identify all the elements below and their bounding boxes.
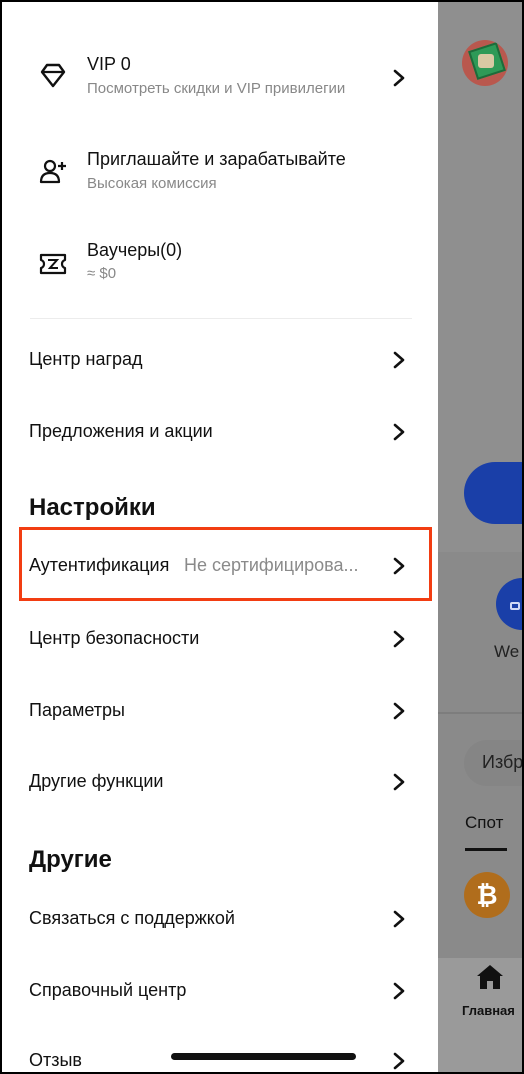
invite-title: Приглашайте и зарабатывайте [87,149,346,169]
add-user-icon [39,159,66,184]
menu-item-rewards[interactable]: Центр наград [2,338,438,382]
vip-title: VIP 0 [87,54,131,74]
menu-item-offers[interactable]: Предложения и акции [2,410,438,454]
side-drawer: VIP 0 Посмотреть скидки и VIP привилегии… [2,2,438,1072]
vip-row[interactable]: VIP 0 Посмотреть скидки и VIP привилегии [2,52,438,118]
background-shortcut-label: We [494,642,520,661]
shortcut-mark-icon [510,602,520,610]
tab-spot[interactable]: Спот [465,813,503,833]
chevron-right-icon [393,910,405,928]
background-favorites-label: Избр [482,752,522,772]
highlight-box [19,527,432,601]
menu-item-label: Параметры [29,700,125,720]
vip-subtitle: Посмотреть скидки и VIP привилегии [87,80,346,97]
section-title-settings: Настройки [29,494,156,521]
voucher-icon [39,253,67,275]
vouchers-row[interactable]: Ваучеры(0) ≈ $0 [2,237,438,289]
avatar-face [478,54,494,68]
home-icon[interactable] [476,964,504,990]
vouchers-title: Ваучеры(0) [87,240,183,260]
background-primary-button[interactable] [464,462,522,524]
background-app-overlay[interactable]: We Избр Спот ₿ Главная [438,2,522,1072]
chevron-right-icon [393,630,405,648]
tab-home-label[interactable]: Главная [462,1003,515,1018]
home-indicator[interactable] [171,1053,356,1060]
chevron-right-icon [393,773,405,791]
menu-item-other-features[interactable]: Другие функции [2,760,438,804]
chevron-right-icon [393,982,405,1000]
background-divider [438,712,522,714]
menu-item-label: Центр наград [29,349,143,369]
menu-item-support[interactable]: Связаться с поддержкой [2,897,438,941]
bitcoin-icon[interactable]: ₿ [464,872,510,918]
diamond-icon [40,63,66,88]
divider [30,318,412,319]
chevron-right-icon [393,351,405,369]
chevron-right-icon [393,702,405,720]
menu-item-label: Другие функции [29,771,164,791]
menu-item-label: Центр безопасности [29,628,200,648]
invite-row[interactable]: Приглашайте и зарабатывайте Высокая коми… [2,145,438,197]
menu-item-label: Справочный центр [29,980,187,1000]
chevron-right-icon [393,423,405,441]
tab-spot-underline [465,848,507,851]
menu-item-label: Предложения и акции [29,421,213,441]
screen: We Избр Спот ₿ Главная VIP 0 Посмотреть … [2,2,522,1072]
menu-item-label: Связаться с поддержкой [29,908,235,928]
menu-item-security[interactable]: Центр безопасности [2,617,438,661]
chevron-right-icon [393,69,405,87]
menu-item-parameters[interactable]: Параметры [2,689,438,733]
section-title-others: Другие [29,846,112,873]
avatar[interactable] [462,40,508,86]
menu-item-label: Отзыв [29,1050,82,1070]
menu-item-help-center[interactable]: Справочный центр [2,969,438,1013]
invite-subtitle: Высокая комиссия [87,175,217,192]
vouchers-subtitle: ≈ $0 [87,265,117,282]
chevron-right-icon [393,1052,405,1070]
